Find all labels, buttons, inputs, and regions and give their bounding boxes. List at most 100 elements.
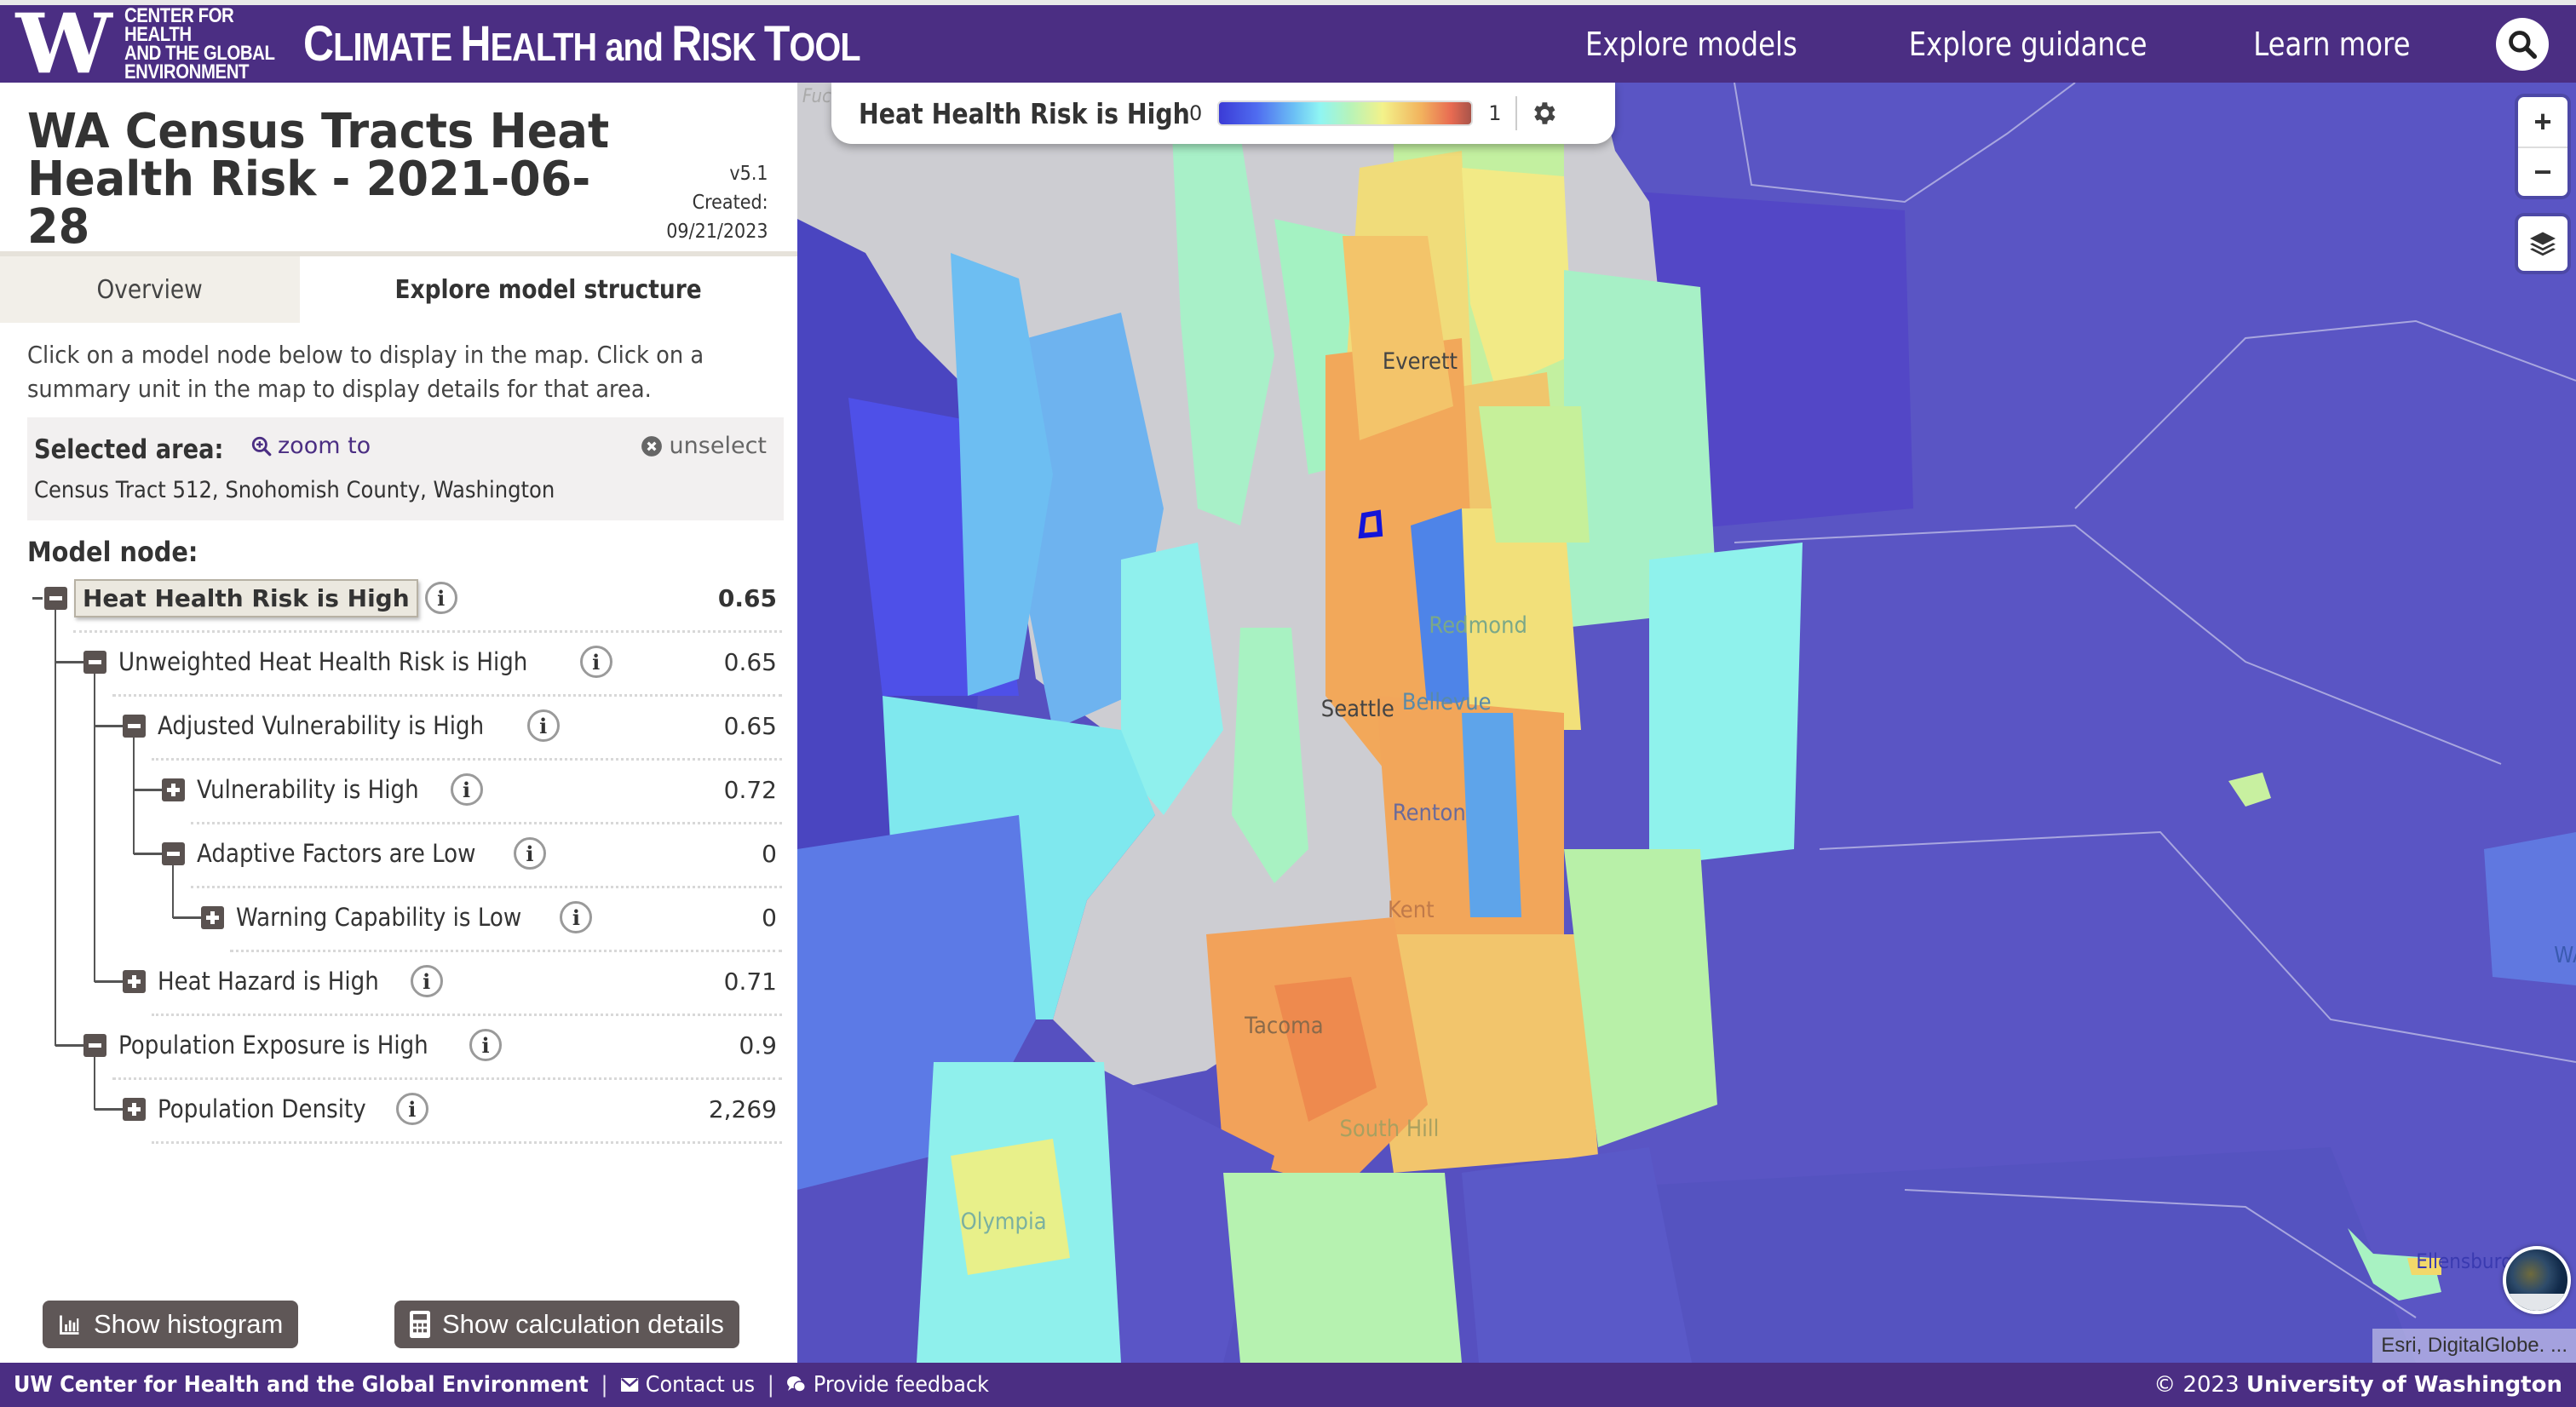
tree-node-label[interactable]: Heat Health Risk is High: [74, 578, 418, 617]
tab-explore-model-structure[interactable]: Explore model structure: [300, 256, 797, 323]
show-histogram-button[interactable]: Show histogram: [43, 1301, 299, 1348]
layers-icon: [2530, 232, 2556, 256]
app-title[interactable]: CLIMATE HEALTH and RISK TOOL: [303, 15, 861, 72]
tree-connector: [133, 738, 135, 854]
tree-node[interactable]: Adjusted Vulnerability is High i: [123, 700, 797, 751]
tree-node[interactable]: Adaptive Factors are Low i: [162, 828, 797, 879]
collapse-node-icon[interactable]: [44, 586, 67, 610]
tree-node-label[interactable]: Adaptive Factors are Low: [197, 839, 476, 868]
expand-node-icon[interactable]: [123, 969, 146, 993]
city-label-ellensburg: Ellensburg: [2416, 1249, 2513, 1273]
model-panel: WA Census Tracts Heat Health Risk - 2021…: [0, 83, 797, 1363]
row-divider: [152, 1141, 782, 1144]
layers-button[interactable]: [2518, 216, 2567, 271]
city-label-renton: Renton: [1392, 800, 1466, 826]
collapse-node-icon[interactable]: [123, 714, 146, 738]
nav-explore-guidance[interactable]: Explore guidance: [1909, 26, 2148, 63]
tree-node[interactable]: Population Density i: [123, 1083, 797, 1134]
region-olympia[interactable]: [951, 1139, 1070, 1275]
collapse-node-icon[interactable]: [83, 1033, 106, 1057]
city-label-south-hill: South Hill: [1339, 1116, 1440, 1142]
tree-node[interactable]: Population Exposure is High i: [83, 1019, 797, 1071]
footer-org[interactable]: UW Center for Health and the Global Envi…: [14, 1372, 589, 1398]
choropleth-map[interactable]: [797, 83, 2576, 1363]
expand-node-icon[interactable]: [162, 778, 185, 801]
info-icon[interactable]: i: [526, 709, 560, 742]
info-icon[interactable]: i: [395, 1093, 428, 1125]
instructions: Click on a model node below to display i…: [27, 341, 704, 403]
region-redmond[interactable]: [1479, 406, 1590, 543]
tree-node-value: 0.65: [723, 712, 777, 740]
info-icon[interactable]: i: [513, 837, 546, 870]
tree-node[interactable]: Vulnerability is High i: [162, 764, 797, 815]
tree-node-label[interactable]: Adjusted Vulnerability is High: [158, 711, 484, 740]
chat-bubbles-icon: [787, 1376, 807, 1393]
provide-feedback-link[interactable]: Provide feedback: [787, 1372, 989, 1398]
calculator-icon: [410, 1311, 430, 1338]
version: v5.1: [729, 163, 768, 185]
org-name[interactable]: CENTER FOR HEALTH AND THE GLOBAL ENVIRON…: [124, 5, 291, 82]
nav-learn-more[interactable]: Learn more: [2254, 26, 2411, 63]
model-node-label: Model node:: [27, 536, 198, 568]
region-king-east-2[interactable]: [1649, 543, 1803, 866]
tree-node-label[interactable]: Warning Capability is Low: [236, 903, 521, 932]
show-calculation-details-button[interactable]: Show calculation details: [394, 1301, 739, 1348]
selected-area-box: Selected area: zoom to unselect Census T…: [27, 417, 784, 520]
tab-overview[interactable]: Overview: [0, 256, 300, 323]
info-icon[interactable]: i: [579, 646, 612, 678]
uw-logo[interactable]: W: [10, 3, 112, 84]
nav-explore-models[interactable]: Explore models: [1585, 26, 1797, 63]
tree-node[interactable]: Unweighted Heat Health Risk is High i: [83, 636, 797, 687]
zoom-to-link[interactable]: zoom to: [250, 433, 371, 459]
basemap-gallery-button[interactable]: [2503, 1246, 2571, 1314]
collapse-node-icon[interactable]: [162, 841, 185, 865]
info-icon[interactable]: i: [560, 901, 593, 933]
city-label-bellevue: Bellevue: [1401, 689, 1492, 715]
zoom-out-button[interactable]: −: [2518, 146, 2567, 196]
map-attribution[interactable]: Esri, DigitalGlobe. ...: [2372, 1329, 2576, 1363]
info-icon[interactable]: i: [450, 773, 483, 806]
tree-node[interactable]: Heat Hazard is High i: [123, 956, 797, 1007]
tree-node-value: 0.65: [717, 584, 777, 612]
tree-node-label[interactable]: Vulnerability is High: [197, 775, 419, 804]
model-title: WA Census Tracts Heat Health Risk - 2021…: [27, 104, 610, 255]
bar-chart-icon: [60, 1315, 79, 1335]
legend-max: 1: [1488, 101, 1502, 125]
expand-node-icon[interactable]: [201, 905, 224, 929]
info-icon[interactable]: i: [469, 1029, 503, 1061]
collapse-node-icon[interactable]: [83, 650, 106, 674]
legend-settings-button[interactable]: [1529, 99, 1558, 128]
selected-area-value: Census Tract 512, Snohomish County, Wash…: [34, 477, 555, 503]
map-view[interactable]: Everett Redmond Seattle Bellevue Renton …: [797, 83, 2576, 1363]
tree-node[interactable]: Heat Health Risk is High i: [44, 572, 797, 623]
row-divider: [112, 1077, 782, 1080]
model-tree: Heat Health Risk is High i 0.65 Unweighted …: [0, 572, 797, 1220]
search-button[interactable]: [2496, 17, 2549, 71]
tree-node-label[interactable]: Heat Hazard is High: [158, 967, 379, 996]
zoom-in-magnifier-icon: [251, 436, 272, 456]
tree-connector: [55, 610, 56, 1046]
tree-node-value: 0: [762, 904, 777, 932]
state-label-wa: WA: [2554, 943, 2576, 968]
tree-node-label[interactable]: Population Density: [158, 1094, 366, 1123]
region-lewis[interactable]: [1223, 1173, 1462, 1363]
tree-connector: [95, 725, 123, 727]
expand-node-icon[interactable]: [123, 1097, 146, 1121]
tree-node-value: 0.71: [723, 968, 777, 996]
info-icon[interactable]: i: [424, 582, 457, 614]
legend-color-ramp: [1217, 100, 1474, 126]
tree-node-label[interactable]: Unweighted Heat Health Risk is High: [118, 647, 527, 676]
contact-us-link[interactable]: Contact us: [620, 1372, 755, 1398]
info-icon[interactable]: i: [410, 965, 443, 997]
footer-separator: |: [601, 1372, 608, 1398]
tree-node-value: 0.9: [739, 1031, 777, 1060]
zoom-in-button[interactable]: +: [2518, 97, 2567, 146]
tree-node[interactable]: Warning Capability is Low i: [201, 892, 797, 943]
region-green-river[interactable]: [1462, 713, 1521, 917]
tree-node-label[interactable]: Population Exposure is High: [118, 1031, 428, 1060]
panel-tabs: Overview Explore model structure: [0, 256, 797, 323]
city-label-seattle: Seattle: [1320, 696, 1394, 722]
tree-connector: [32, 597, 43, 600]
model-meta: v5.1 Created: 09/21/2023: [667, 159, 768, 246]
unselect-link[interactable]: unselect: [641, 433, 767, 459]
